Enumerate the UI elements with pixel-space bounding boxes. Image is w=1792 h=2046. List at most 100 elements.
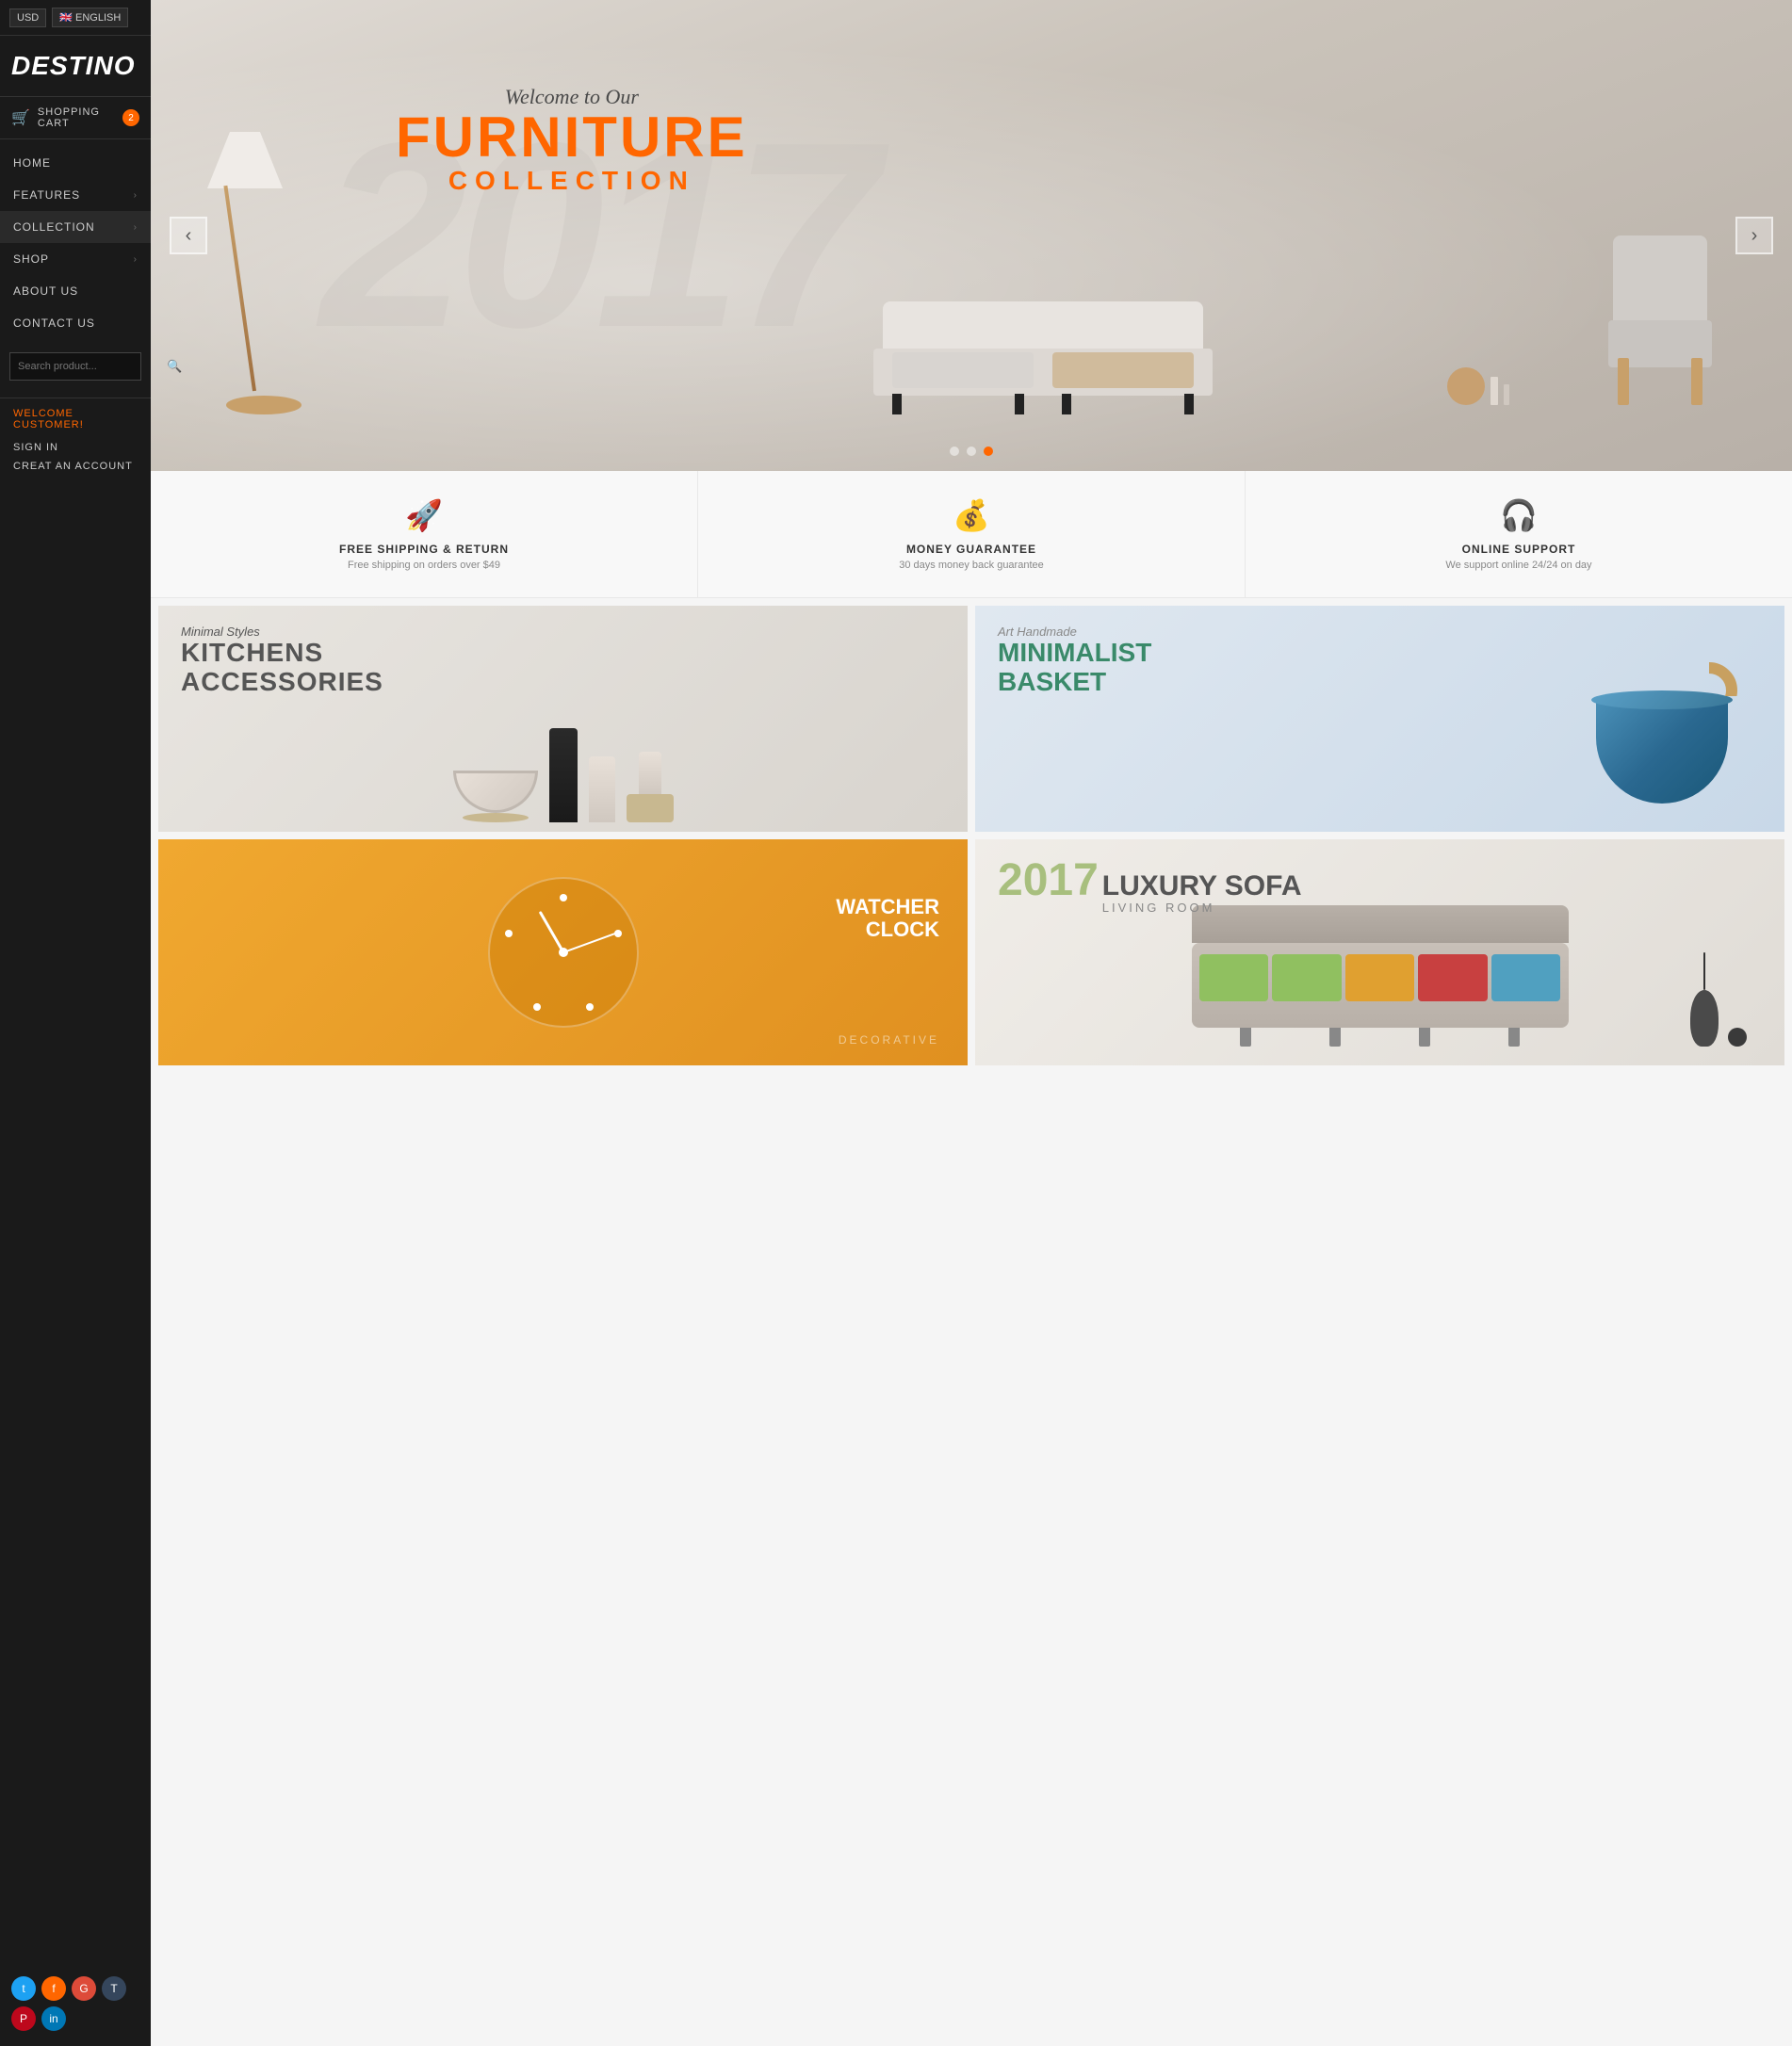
bowl-shape — [453, 771, 538, 813]
rocket-icon: 🚀 — [405, 497, 443, 533]
nav-about[interactable]: ABOUT US — [0, 275, 151, 307]
kitchen-subtitle: Minimal Styles — [181, 625, 383, 639]
feature-shipping-title: FREE SHIPPING & RETURN — [339, 543, 509, 556]
social-bar: t f G T P in — [0, 1961, 151, 2046]
slider-prev-button[interactable]: ‹ — [170, 217, 207, 254]
google-icon[interactable]: G — [72, 1976, 96, 2001]
nav-shop[interactable]: SHOP › — [0, 243, 151, 275]
lamp-pole — [223, 186, 256, 391]
language-selector[interactable]: 🇬🇧 ENGLISH — [52, 8, 128, 27]
feature-shipping-sub: Free shipping on orders over $49 — [348, 560, 500, 571]
logo[interactable]: DESTINO — [11, 51, 139, 81]
chevron-right-icon: › — [134, 254, 138, 265]
vase-large — [1690, 990, 1719, 1047]
slider-dots — [950, 447, 993, 456]
chair-leg-2 — [1691, 358, 1702, 405]
sign-in-link[interactable]: SIGN IN — [13, 438, 138, 457]
cylinder-base — [627, 794, 674, 822]
pinterest-icon[interactable]: P — [11, 2006, 36, 2031]
kitchen-label: Minimal Styles KITCHENSACCESSORIES — [181, 625, 383, 697]
currency-selector[interactable]: USD — [9, 8, 46, 27]
clock-label: WATCHERCLOCK — [836, 896, 939, 941]
clock-dot-bottom-right — [586, 1003, 594, 1011]
search-input[interactable] — [10, 355, 159, 378]
nav-features[interactable]: FEATURES › — [0, 179, 151, 211]
search-button[interactable]: 🔍 — [159, 353, 189, 380]
cushion-green2 — [1272, 954, 1342, 1001]
money-icon: 💰 — [953, 497, 990, 533]
nav-collection[interactable]: COLLECTION › — [0, 211, 151, 243]
feature-guarantee-sub: 30 days money back guarantee — [899, 560, 1044, 571]
hero-collection: COLLECTION — [396, 166, 748, 196]
sofa2-sub-title: LIVING ROOM — [1102, 901, 1302, 915]
chevron-right-icon: › — [134, 190, 138, 201]
twitter-icon[interactable]: t — [11, 1976, 36, 2001]
sofa2-display — [1192, 905, 1569, 1065]
vase-stem — [1703, 952, 1705, 990]
slider-dot-1[interactable] — [950, 447, 959, 456]
product-card-kitchen[interactable]: Minimal Styles KITCHENSACCESSORIES — [158, 606, 968, 832]
features-bar: 🚀 FREE SHIPPING & RETURN Free shipping o… — [151, 471, 1792, 598]
nav-home[interactable]: HOME — [0, 147, 151, 179]
feature-support-sub: We support online 24/24 on day — [1445, 560, 1591, 571]
basket-label: Art Handmade MINIMALISTBASKET — [998, 625, 1151, 697]
product-grid: Minimal Styles KITCHENSACCESSORIES — [151, 598, 1792, 1073]
clock-dot-right — [614, 930, 622, 937]
clock-title: WATCHERCLOCK — [836, 896, 939, 941]
sofa2-main-title: LUXURY SOFA — [1102, 872, 1302, 901]
user-section: WELCOME CUSTOMER! SIGN IN CREAT AN ACCOU… — [0, 398, 151, 485]
chair-leg-1 — [1618, 358, 1629, 405]
hero-text: Welcome to Our FURNITURE COLLECTION — [396, 85, 748, 196]
cushion-green — [1199, 954, 1269, 1001]
sofa-leg-2 — [1015, 394, 1024, 414]
linkedin-icon[interactable]: in — [41, 2006, 66, 2031]
cylinder-med-item — [589, 756, 615, 822]
cart-area[interactable]: 🛒 SHOPPING CART 2 — [0, 96, 151, 139]
sofa2-leg-3 — [1419, 1028, 1430, 1047]
product-card-clock[interactable]: WATCHERCLOCK DECORATIVE — [158, 839, 968, 1065]
sofa2-leg-1 — [1240, 1028, 1251, 1047]
chevron-right-icon: › — [134, 222, 138, 233]
sofa2-year: 2017 — [998, 858, 1099, 903]
product-card-sofa2[interactable]: 2017 LUXURY SOFA LIVING ROOM — [975, 839, 1784, 1065]
product-card-basket[interactable]: Art Handmade MINIMALISTBASKET — [975, 606, 1784, 832]
cylinder-sm-item — [627, 752, 674, 822]
sofa2-title-text: LUXURY SOFA LIVING ROOM — [1102, 872, 1302, 915]
top-bar: USD 🇬🇧 ENGLISH — [0, 0, 151, 36]
sofa-leg-1 — [892, 394, 902, 414]
facebook-icon[interactable]: f — [41, 1976, 66, 2001]
clock-dot-left — [505, 930, 513, 937]
clock-dot-top — [560, 894, 567, 901]
kitchen-title: KITCHENSACCESSORIES — [181, 639, 383, 697]
sofa2-body — [1192, 943, 1569, 1028]
sofa2-legs — [1201, 1028, 1559, 1047]
sofa2-label: 2017 LUXURY SOFA LIVING ROOM — [998, 858, 1301, 915]
cylinder-medium — [589, 756, 615, 822]
cushion-blue — [1491, 954, 1561, 1001]
welcome-text: WELCOME CUSTOMER! — [13, 408, 138, 430]
feature-guarantee: 💰 MONEY GUARANTEE 30 days money back gua… — [698, 471, 1246, 597]
headphones-icon: 🎧 — [1500, 497, 1538, 533]
chair-back — [1613, 235, 1707, 330]
feature-shipping: 🚀 FREE SHIPPING & RETURN Free shipping o… — [151, 471, 698, 597]
lamp-base — [226, 396, 301, 414]
clock-dot-bottom-left — [533, 1003, 541, 1011]
nav-menu: HOME FEATURES › COLLECTION › SHOP › ABOU… — [0, 147, 151, 339]
cushion-orange — [1345, 954, 1415, 1001]
cart-icon: 🛒 — [11, 108, 30, 127]
cart-badge: 2 — [122, 109, 139, 126]
slider-dot-3[interactable] — [984, 447, 993, 456]
cylinder-tall — [549, 728, 578, 822]
tumblr-icon[interactable]: T — [102, 1976, 126, 2001]
cushion-red — [1418, 954, 1488, 1001]
sofa-leg-4 — [1184, 394, 1194, 414]
slider-next-button[interactable]: › — [1735, 217, 1773, 254]
nav-contact[interactable]: CONTACT US — [0, 307, 151, 339]
sofa-seat — [873, 349, 1213, 396]
slider-dot-2[interactable] — [967, 447, 976, 456]
sofa2-leg-2 — [1329, 1028, 1341, 1047]
create-account-link[interactable]: CREAT AN ACCOUNT — [13, 457, 138, 476]
sofa-leg-3 — [1062, 394, 1071, 414]
bowl-base — [463, 813, 529, 822]
cylinder-items — [549, 728, 578, 822]
